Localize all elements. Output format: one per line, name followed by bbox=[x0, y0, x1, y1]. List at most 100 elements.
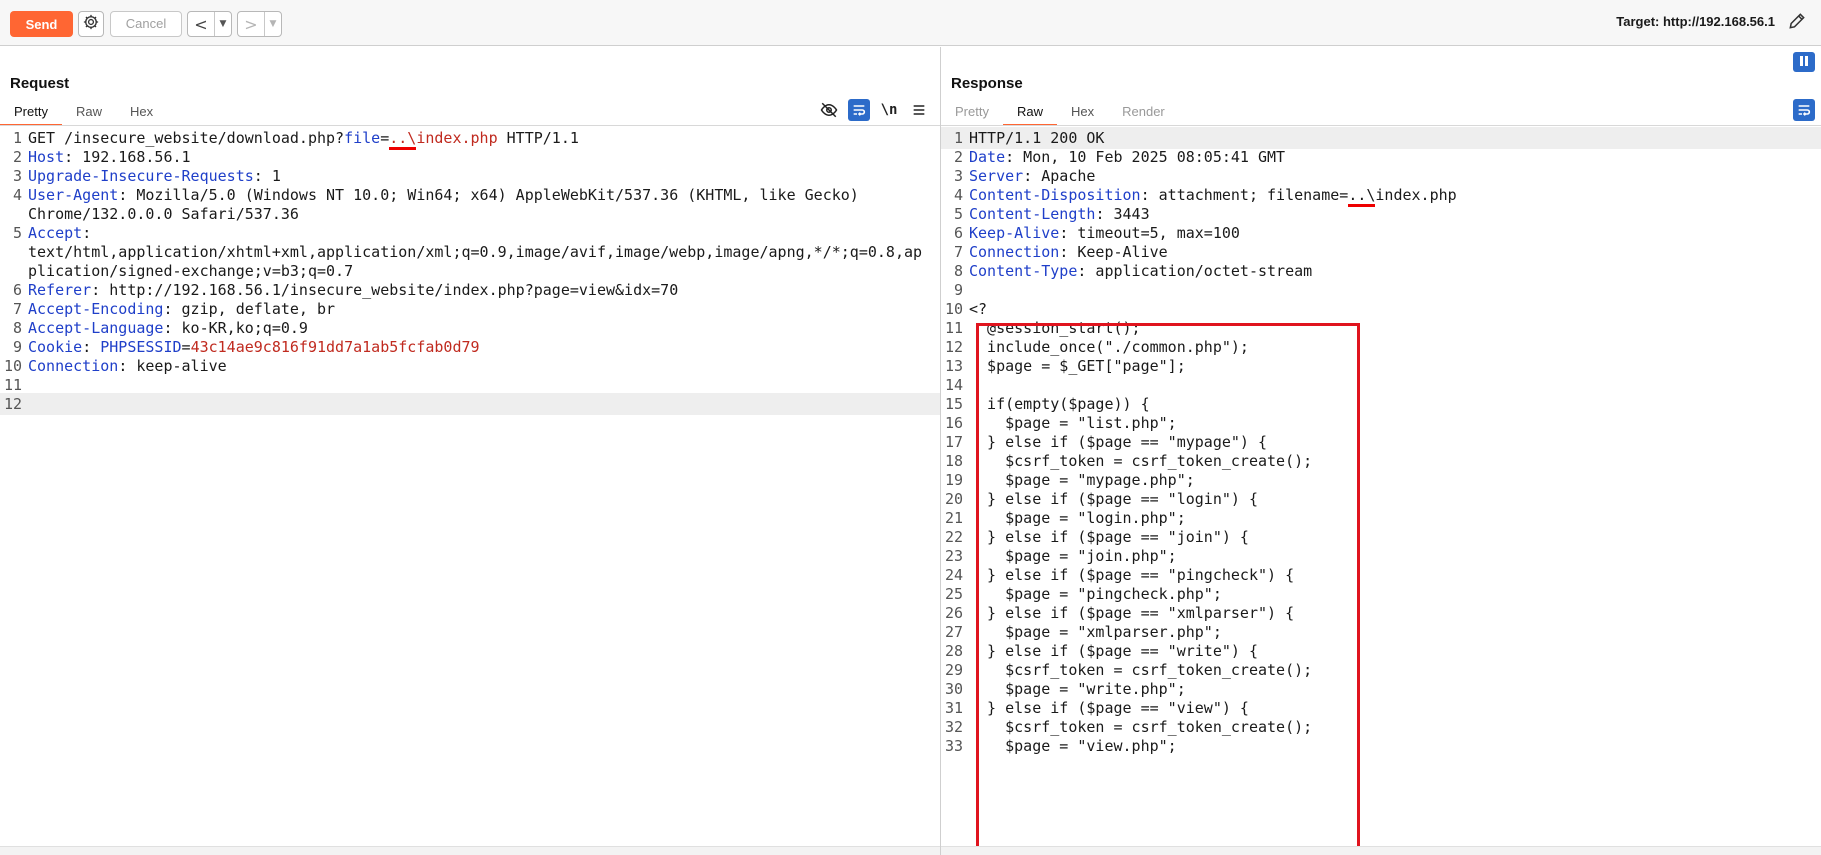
code-token: Host bbox=[28, 148, 65, 166]
back-nav-group: < ▼ bbox=[187, 11, 232, 37]
request-tab-pretty[interactable]: Pretty bbox=[0, 102, 62, 126]
response-tab-render[interactable]: Render bbox=[1108, 102, 1179, 122]
code-token: : bbox=[82, 338, 101, 356]
code-token: : Mozilla/5.0 (Windows NT 10.0; Win64; x… bbox=[118, 186, 859, 204]
code-token: : timeout=5, max=100 bbox=[1059, 224, 1240, 242]
forward-history-dropdown[interactable]: ▼ bbox=[264, 12, 281, 36]
forward-arrow-icon[interactable]: > bbox=[238, 12, 264, 36]
code-token: : bbox=[82, 224, 92, 242]
code-token: $csrf_token = csrf_token_create(); bbox=[969, 718, 1313, 736]
request-tabs: Pretty Raw Hex bbox=[0, 102, 167, 126]
code-token: } else if ($page == "mypage") { bbox=[969, 433, 1268, 451]
response-editor[interactable]: 1 HTTP/1.1 200 OK 2 Date: Mon, 10 Feb 2025 … bbox=[941, 127, 1821, 855]
code-token: $page = "pingcheck.php"; bbox=[969, 585, 1222, 603]
response-horizontal-scrollbar[interactable] bbox=[941, 846, 1821, 855]
response-tab-hex[interactable]: Hex bbox=[1057, 102, 1108, 122]
response-panel: Response Pretty Raw Hex Render 1 HTTP/1.1… bbox=[941, 47, 1821, 855]
menu-icon[interactable] bbox=[908, 99, 930, 121]
request-line[interactable]: 12 bbox=[0, 393, 940, 415]
code-token: } else if ($page == "write") { bbox=[969, 642, 1258, 660]
code-token: @session_start(); bbox=[969, 319, 1141, 337]
code-token: : Mon, 10 Feb 2025 08:05:41 GMT bbox=[1005, 148, 1286, 166]
code-token: Server bbox=[969, 167, 1024, 185]
line-number: 33 bbox=[944, 737, 963, 755]
back-arrow-icon[interactable]: < bbox=[188, 12, 214, 36]
response-line[interactable]: 33 $page = "view.php"; bbox=[941, 735, 1821, 757]
code-token: : gzip, deflate, br bbox=[163, 300, 336, 318]
response-tab-raw[interactable]: Raw bbox=[1002, 102, 1057, 126]
target-label: Target: http://192.168.56.1 bbox=[1616, 14, 1775, 29]
code-token: } else if ($page == "login") { bbox=[969, 490, 1258, 508]
response-tabs: Pretty Raw Hex Render bbox=[941, 102, 1179, 126]
response-editor-tools bbox=[1793, 99, 1815, 121]
code-token: Content-Disposition bbox=[969, 186, 1141, 204]
code-token: } else if ($page == "pingcheck") { bbox=[969, 566, 1295, 584]
code-token: include_once("./common.php"); bbox=[969, 338, 1249, 356]
pause-button[interactable] bbox=[1793, 52, 1815, 72]
code-token: $csrf_token = csrf_token_create(); bbox=[969, 661, 1313, 679]
settings-gear-icon bbox=[82, 13, 100, 36]
code-token: : 1 bbox=[253, 167, 281, 185]
hide-eye-icon[interactable] bbox=[818, 99, 840, 121]
code-token: Referer bbox=[28, 281, 92, 299]
response-tab-pretty[interactable]: Pretty bbox=[941, 102, 1003, 122]
code-token: : ko-KR,ko;q=0.9 bbox=[163, 319, 308, 337]
request-panel: Request Pretty Raw Hex \n 1 GET /insecure… bbox=[0, 47, 941, 855]
code-token: : application/octet-stream bbox=[1077, 262, 1313, 280]
code-token: PHPSESSID bbox=[100, 338, 182, 356]
code-token: } else if ($page == "join") { bbox=[969, 528, 1249, 546]
request-title: Request bbox=[10, 75, 70, 92]
wrap-lines-icon[interactable] bbox=[848, 99, 870, 121]
edit-pencil-icon bbox=[1787, 11, 1807, 36]
pause-icon bbox=[1799, 53, 1809, 71]
request-tab-raw[interactable]: Raw bbox=[62, 102, 116, 122]
code-token: $page = "write.php"; bbox=[969, 680, 1186, 698]
request-tab-hex[interactable]: Hex bbox=[116, 102, 167, 122]
code-fragment: index.php bbox=[416, 129, 498, 147]
code-token: $page = $_GET["page"]; bbox=[969, 357, 1186, 375]
request-horizontal-scrollbar[interactable] bbox=[0, 846, 940, 855]
code-token: text/html,application/xhtml+xml,applicat… bbox=[28, 243, 923, 261]
line-number: 12 bbox=[3, 395, 22, 413]
code-token: : 192.168.56.1 bbox=[64, 148, 191, 166]
code-token: Accept-Encoding bbox=[28, 300, 164, 318]
request-editor[interactable]: 1 GET /insecure_website/download.php?file… bbox=[0, 127, 940, 855]
code-token: Connection bbox=[969, 243, 1060, 261]
code-token: } else if ($page == "xmlparser") { bbox=[969, 604, 1295, 622]
code-token: $page = "xmlparser.php"; bbox=[969, 623, 1222, 641]
code-token: $page = "view.php"; bbox=[969, 737, 1177, 755]
code-token: Keep-Alive bbox=[969, 224, 1060, 242]
send-button[interactable]: Send bbox=[10, 11, 73, 37]
back-history-dropdown[interactable]: ▼ bbox=[214, 12, 231, 36]
cancel-button[interactable]: Cancel bbox=[110, 11, 182, 37]
code-token: HTTP/1.1 200 OK bbox=[969, 129, 1105, 147]
code-token: <? bbox=[969, 300, 988, 318]
code-token: Accept-Language bbox=[28, 319, 164, 337]
newline-toggle[interactable]: \n bbox=[878, 99, 900, 121]
line-code: $page = "view.php"; bbox=[969, 735, 1177, 757]
code-token: } else if ($page == "view") { bbox=[969, 699, 1249, 717]
request-editor-tools: \n bbox=[818, 99, 930, 121]
code-token: file bbox=[344, 129, 381, 147]
edit-target-button[interactable] bbox=[1785, 11, 1809, 35]
code-token: = bbox=[380, 129, 390, 147]
code-token: Accept bbox=[28, 224, 83, 242]
wrap-lines-icon[interactable] bbox=[1793, 99, 1815, 121]
code-token: Date bbox=[969, 148, 1006, 166]
code-token: $page = "join.php"; bbox=[969, 547, 1177, 565]
code-token: 43c14ae9c816f91dd7a1ab5fcfab0d79 bbox=[190, 338, 480, 356]
code-token: User-Agent bbox=[28, 186, 119, 204]
code-token: = bbox=[181, 338, 191, 356]
settings-button[interactable] bbox=[78, 11, 104, 37]
code-token: Content-Type bbox=[969, 262, 1078, 280]
code-token: Chrome/132.0.0.0 Safari/537.36 bbox=[28, 205, 299, 223]
code-token: plication/signed-exchange;v=b3;q=0.7 bbox=[28, 262, 354, 280]
code-token: $page = "login.php"; bbox=[969, 509, 1186, 527]
code-token: $page = "mypage.php"; bbox=[969, 471, 1195, 489]
code-fragment: : attachment; filename= bbox=[1140, 186, 1349, 204]
code-token: : keep-alive bbox=[118, 357, 227, 375]
code-token: $page = "list.php"; bbox=[969, 414, 1177, 432]
code-token: : Apache bbox=[1023, 167, 1096, 185]
code-token: Cookie bbox=[28, 338, 83, 356]
forward-nav-group: > ▼ bbox=[237, 11, 282, 37]
